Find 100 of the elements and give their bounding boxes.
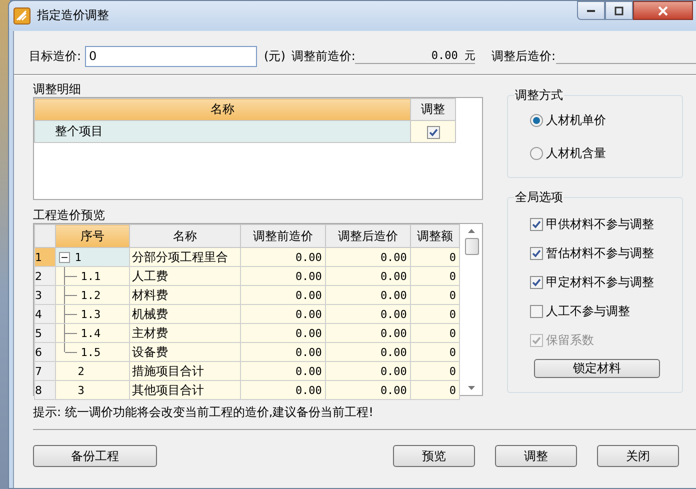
minimize-button[interactable]: [577, 1, 605, 20]
table-cell: 1: [74, 250, 82, 264]
table-cell: 1.2: [80, 288, 101, 302]
table-cell: 1.1: [80, 270, 101, 282]
row-number: 3: [34, 286, 56, 304]
radio-button[interactable]: [530, 114, 543, 127]
checkbox[interactable]: [426, 126, 440, 139]
section-title: 调整明细: [33, 82, 82, 96]
field-label: 调整前造价:: [291, 48, 356, 64]
table-cell: 0.00: [325, 380, 410, 400]
collapse-toggle[interactable]: [58, 252, 70, 262]
table-cell: 0.00: [240, 248, 326, 266]
table-cell: 1.4: [80, 326, 101, 340]
table-cell: 2: [78, 364, 84, 378]
checkbox[interactable]: [530, 247, 543, 260]
radio-button[interactable]: [530, 147, 543, 160]
section-title: 工程造价预览: [33, 208, 106, 222]
scroll-up-icon: [467, 228, 476, 234]
app-icon: [13, 6, 31, 24]
table-cell: 材料费: [129, 286, 240, 304]
row-number: 7: [34, 362, 56, 380]
column-header: 调整: [410, 98, 456, 120]
dialog-button[interactable]: 关闭: [597, 445, 679, 467]
table-cell: 分部分项工程里合: [129, 248, 240, 266]
option-label: 暂估材料不参与调整: [546, 245, 654, 262]
table-cell: 0.00: [240, 362, 326, 380]
group-title: 调整方式: [514, 87, 564, 104]
table-cell: 0.00: [325, 286, 410, 304]
table-cell: 0: [410, 342, 460, 362]
table-cell: 1.5: [80, 346, 101, 358]
column-header: 调整额: [410, 224, 460, 248]
table-cell: 0: [410, 266, 460, 286]
close-button[interactable]: [633, 1, 693, 20]
table-cell: 1.3: [80, 308, 101, 320]
row-number: 1: [34, 248, 56, 266]
row-number: 2: [34, 266, 56, 286]
table-cell: 0.00: [325, 304, 410, 324]
table-cell: 0.00: [240, 380, 326, 400]
column-header: 名称: [34, 98, 410, 120]
option-label: 人工不参与调整: [546, 303, 630, 320]
table-cell: 设备费: [129, 342, 240, 362]
table-cell: 0.00: [325, 266, 410, 286]
maximize-button[interactable]: [605, 1, 633, 20]
table-cell: 0.00: [325, 248, 410, 266]
row-number: 8: [34, 380, 56, 400]
tree-line: [64, 286, 77, 304]
table-cell: 0: [410, 380, 460, 400]
scroll-down-icon: [467, 385, 476, 391]
table-cell: 0.00: [240, 266, 326, 286]
backup-button[interactable]: 备份工程: [33, 445, 157, 467]
lock-materials-button[interactable]: 锁定材料: [534, 359, 660, 378]
dialog-button[interactable]: 调整: [495, 445, 577, 467]
table-cell: 0.00: [240, 342, 326, 362]
column-header: 调整后造价: [325, 224, 410, 248]
table-cell: 0: [410, 304, 460, 324]
unit-label: (元): [264, 48, 286, 64]
table-cell: 0: [410, 362, 460, 380]
table-cell: 0.00: [325, 324, 410, 342]
row-number: 4: [34, 304, 56, 324]
row-number: 5: [34, 324, 56, 342]
field-label: 调整后造价:: [491, 48, 556, 64]
table-cell: 0.00: [240, 324, 326, 342]
checkbox[interactable]: [530, 305, 543, 318]
scroll-thumb[interactable]: [464, 238, 478, 255]
option-label: 保留系数: [546, 332, 594, 349]
dialog-button[interactable]: 预览: [393, 445, 475, 467]
hint-text: 提示: 统一调价功能将会改变当前工程的造价,建议备份当前工程!: [33, 404, 696, 430]
table-cell: 3: [78, 384, 84, 396]
target-price-field[interactable]: 0: [85, 46, 258, 66]
table-cell: 其他项目合计: [129, 380, 240, 400]
table-cell: 0.00: [240, 304, 326, 324]
column-header: 名称: [129, 224, 240, 248]
group-title: 全局选项: [514, 189, 564, 206]
window-title: 指定造价调整: [37, 7, 109, 24]
table-cell: 0.00: [325, 362, 410, 380]
before-price-value: 0.00 元: [355, 48, 476, 64]
option-label: 甲供材料不参与调整: [546, 216, 654, 233]
tree-line: [64, 305, 77, 323]
column-header: 序号: [55, 224, 130, 248]
table-cell: 0.00: [240, 286, 326, 304]
minimize-icon: [587, 10, 595, 12]
checkbox[interactable]: [530, 218, 543, 231]
table-cell: 0.00: [325, 342, 410, 362]
field-label: 目标造价:: [29, 48, 82, 64]
close-icon: [658, 6, 668, 16]
tree-line: [64, 267, 77, 285]
maximize-icon: [614, 6, 624, 16]
table-cell: 机械费: [129, 304, 240, 324]
table-cell: 0: [410, 248, 460, 266]
option-label: 甲定材料不参与调整: [546, 274, 654, 291]
table-cell: 人工费: [129, 266, 240, 286]
column-header: 调整前造价: [240, 224, 326, 248]
table-cell: 措施项目合计: [129, 362, 240, 380]
table-cell: 0: [410, 324, 460, 342]
checkbox[interactable]: [530, 276, 543, 289]
table-cell: 0: [410, 286, 460, 304]
option-label: 人材机含量: [546, 145, 606, 162]
option-label: 人材机单价: [546, 112, 606, 129]
row-number: 6: [34, 342, 56, 362]
table-cell: 主材费: [129, 324, 240, 342]
